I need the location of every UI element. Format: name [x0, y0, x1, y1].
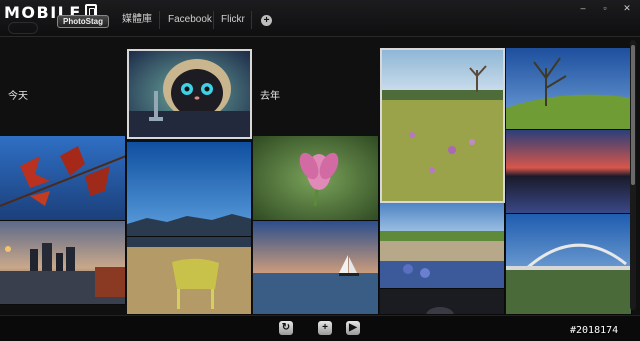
- date-label-today: 今天: [8, 91, 28, 102]
- nav-divider: [213, 11, 214, 29]
- blue-sky-photo[interactable]: [127, 142, 252, 237]
- watermark-text: #2018174: [570, 325, 619, 336]
- cartoon-cat-image: [129, 51, 250, 137]
- add-button[interactable]: +: [318, 321, 332, 335]
- date-label-last-year: 去年: [260, 91, 280, 102]
- scrollbar-thumb[interactable]: [631, 45, 635, 185]
- city-skyline-image: [0, 221, 125, 304]
- sailboat-sunset-photo[interactable]: [253, 221, 379, 315]
- photo-grid: 今天 去年: [0, 37, 640, 315]
- photostag-badge[interactable]: PhotoStag: [57, 15, 109, 28]
- sailboat-image: [253, 221, 378, 314]
- tab-facebook[interactable]: Facebook: [168, 14, 212, 26]
- sky-field-chair-photo[interactable]: [127, 237, 252, 315]
- tab-library[interactable]: 媒體庫: [122, 14, 152, 26]
- red-leaves-photo[interactable]: [0, 136, 126, 221]
- park-tree-photo[interactable]: [506, 48, 632, 130]
- city-skyline-photo[interactable]: [0, 221, 126, 305]
- arch-bridge-photo[interactable]: [506, 214, 632, 315]
- dark-image: [380, 289, 504, 314]
- maximize-button[interactable]: ▫: [599, 3, 611, 13]
- refresh-button[interactable]: ↻: [279, 321, 293, 335]
- nav-divider: [251, 11, 252, 29]
- arch-bridge-image: [506, 214, 631, 314]
- plus-icon: +: [322, 322, 328, 333]
- stone-wall-image: [380, 203, 504, 288]
- bottom-toolbar: ↻ + ▶: [0, 315, 640, 341]
- play-icon: ▶: [349, 322, 357, 333]
- close-button[interactable]: ✕: [621, 3, 633, 13]
- blue-sky-image: [127, 142, 251, 236]
- lake-sunset-photo[interactable]: [506, 130, 632, 214]
- refresh-icon: ↻: [281, 322, 291, 333]
- dark-photo[interactable]: [380, 289, 505, 315]
- field-chair-image: [127, 237, 251, 314]
- add-source-button[interactable]: +: [261, 15, 272, 26]
- park-tree-image: [506, 48, 631, 129]
- wildflower-field-image: [382, 50, 503, 201]
- cartoon-cat-photo[interactable]: [127, 49, 252, 139]
- pink-flower-image: [253, 136, 378, 220]
- stone-wall-flowers-photo[interactable]: [380, 203, 505, 289]
- nav-divider: [159, 11, 160, 29]
- wildflower-field-photo[interactable]: [380, 48, 505, 203]
- lake-sunset-image: [506, 130, 631, 213]
- red-leaves-image: [0, 136, 125, 220]
- tab-flickr[interactable]: Flickr: [221, 14, 245, 26]
- back-button[interactable]: [8, 22, 38, 34]
- minimize-button[interactable]: –: [577, 3, 589, 13]
- play-slideshow-button[interactable]: ▶: [346, 321, 360, 335]
- pink-flower-photo[interactable]: [253, 136, 379, 221]
- title-bar: MOBILE PhotoStag 媒體庫 Facebook Flickr + –…: [0, 0, 640, 37]
